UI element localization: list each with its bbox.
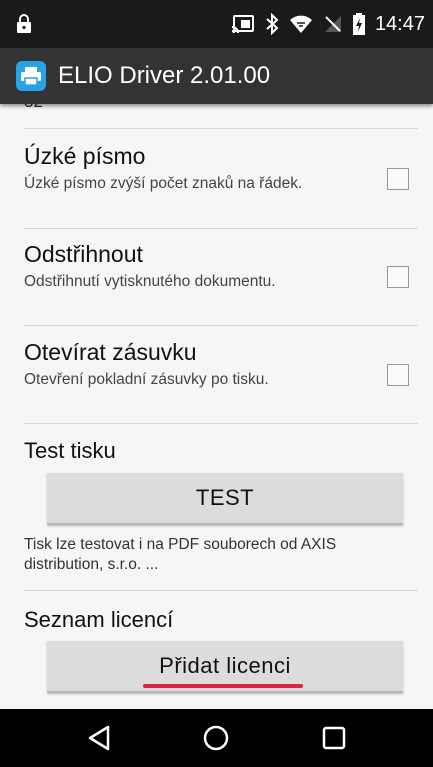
recents-icon[interactable]	[304, 713, 364, 763]
bluetooth-icon	[265, 13, 279, 35]
app-bar: ELIO Driver 2.01.00	[0, 48, 433, 104]
status-time: 14:47	[374, 12, 425, 35]
partial-preference-text: 32	[24, 104, 43, 116]
no-signal-icon	[323, 14, 343, 34]
open-drawer-checkbox[interactable]	[387, 364, 409, 386]
pref-title: Úzké písmo	[24, 143, 146, 169]
narrow-font-checkbox[interactable]	[387, 168, 409, 190]
test-button[interactable]: TEST	[47, 473, 403, 525]
pref-cut-paper[interactable]: Odstřihnout Odstřihnutí vytisknutého dok…	[24, 240, 418, 322]
navigation-bar	[0, 709, 433, 767]
divider	[24, 228, 418, 229]
battery-charging-icon	[352, 13, 365, 35]
pref-summary: Úzké písmo zvýší počet znaků na řádek.	[24, 175, 303, 192]
cast-icon	[231, 14, 255, 34]
test-print-title: Test tisku	[24, 438, 116, 463]
highlight-underline	[143, 684, 303, 688]
back-icon[interactable]	[69, 713, 129, 763]
license-list-title: Seznam licencí	[24, 607, 174, 632]
status-icons: 14:47	[231, 13, 425, 36]
lock-icon	[16, 14, 32, 34]
divider	[24, 128, 418, 129]
pref-open-drawer[interactable]: Otevírat zásuvku Otevření pokladní zásuv…	[24, 338, 418, 420]
wifi-icon	[289, 14, 313, 34]
app-title: ELIO Driver 2.01.00	[58, 62, 271, 89]
settings-list[interactable]: 32 Úzké písmo Úzké písmo zvýší počet zna…	[0, 104, 433, 709]
printer-icon	[16, 61, 46, 91]
divider	[24, 325, 418, 326]
pref-summary: Otevření pokladní zásuvky po tisku.	[24, 371, 269, 388]
pref-title: Odstřihnout	[24, 241, 143, 267]
pref-summary: Odstřihnutí vytisknutého dokumentu.	[24, 273, 276, 290]
divider	[24, 423, 418, 424]
cut-paper-checkbox[interactable]	[387, 266, 409, 288]
status-bar: 14:47	[0, 0, 433, 48]
pref-narrow-font[interactable]: Úzké písmo Úzké písmo zvýší počet znaků …	[24, 142, 418, 224]
home-icon[interactable]	[186, 713, 246, 763]
test-print-note: Tisk lze testovat i na PDF souborech od …	[24, 536, 337, 573]
pref-title: Otevírat zásuvku	[24, 339, 197, 365]
divider	[24, 590, 418, 591]
